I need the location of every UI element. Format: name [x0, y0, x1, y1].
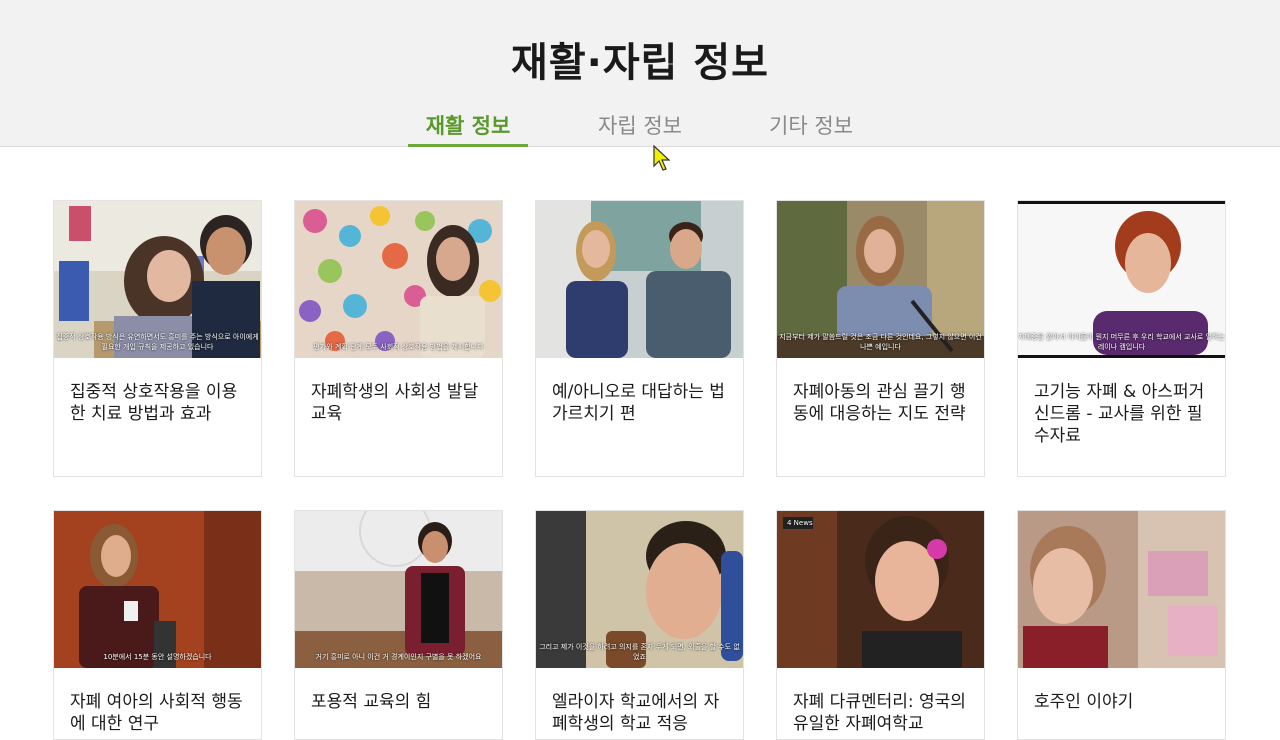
mouse-cursor-icon: [653, 144, 671, 171]
tab-bar: 재활 정보 자립 정보 기타 정보: [0, 100, 1280, 147]
classroom-therapy-thumbnail[interactable]: 집중적 상호작용 방식은 유연하면서도 흥미를 주는 방식으로 아이에게 필요한…: [54, 201, 261, 358]
student-smiling-thumbnail[interactable]: 그리고 제가 이것을 하려고 의지를 혼자 두게 되면, 외출을 할 수도 없었…: [536, 511, 743, 668]
child-toys-thumbnail[interactable]: [1018, 511, 1225, 668]
video-caption: 자폐증을 앓아서 아이들이 뭔지 머무른 후 우리 학교에서 교사로 일하는 레…: [1018, 333, 1225, 351]
woman-presenting-thumbnail[interactable]: 10분에서 15분 동안 설명하겠습니다: [54, 511, 261, 668]
video-title[interactable]: 자폐학생의 사회성 발달 교육: [311, 381, 491, 425]
news-badge: 4 News: [787, 519, 813, 527]
video-card[interactable]: 거기 흥미로 아니 이건 거 경계이인지 구별을 못 하겠어요 포용적 교육의 …: [294, 510, 503, 740]
video-card[interactable]: 10분에서 15분 동안 설명하겠습니다 자폐 여아의 사회적 행동에 대한 연…: [53, 510, 262, 740]
video-title[interactable]: 호주인 이야기: [1034, 691, 1214, 713]
video-title[interactable]: 자폐 여아의 사회적 행동에 대한 연구: [70, 691, 250, 735]
video-card[interactable]: 집중적 상호작용 방식은 유연하면서도 흥미를 주는 방식으로 아이에게 필요한…: [53, 200, 262, 477]
video-card[interactable]: 평가와 계획 단계 모두 사회적 상호작용 방법을 제시합니다 자폐학생의 사회…: [294, 200, 503, 477]
video-caption: 평가와 계획 단계 모두 사회적 상호작용 방법을 제시합니다: [313, 343, 484, 351]
woman-speaking-thumbnail[interactable]: 지금부터 제가 말씀드릴 것은 조금 다른 것인데요, 그렇지 않으면 이건 나…: [777, 201, 984, 358]
video-title[interactable]: 예/아니오로 대답하는 법 가르치기 편: [552, 381, 732, 425]
page-title: 재활·자립 정보: [511, 40, 769, 86]
lecturer-stage-thumbnail[interactable]: 거기 흥미로 아니 이건 거 경계이인지 구별을 못 하겠어요: [295, 511, 502, 668]
video-card[interactable]: 4 News 자폐 다큐멘터리: 영국의 유일한 자폐여학교: [776, 510, 985, 740]
video-caption: 10분에서 15분 동안 설명하겠습니다: [103, 653, 212, 661]
video-card[interactable]: 지금부터 제가 말씀드릴 것은 조금 다른 것인데요, 그렇지 않으면 이건 나…: [776, 200, 985, 477]
video-title[interactable]: 자폐 다큐멘터리: 영국의 유일한 자폐여학교: [793, 691, 973, 735]
video-title[interactable]: 고기능 자폐 & 아스퍼거 신드롬 - 교사를 위한 필수자료: [1034, 381, 1214, 447]
video-caption: 거기 흥미로 아니 이건 거 경계이인지 구별을 못 하겠어요: [315, 653, 482, 661]
page-header: 재활·자립 정보 재활 정보 자립 정보 기타 정보: [0, 0, 1280, 147]
video-title[interactable]: 포용적 교육의 힘: [311, 691, 491, 713]
two-presenters-thumbnail[interactable]: [536, 201, 743, 358]
video-card[interactable]: 그리고 제가 이것을 하려고 의지를 혼자 두게 되면, 외출을 할 수도 없었…: [535, 510, 744, 740]
video-card[interactable]: 자폐증을 앓아서 아이들이 뭔지 머무른 후 우리 학교에서 교사로 일하는 레…: [1017, 200, 1226, 477]
girl-documentary-thumbnail[interactable]: 4 News: [777, 511, 984, 668]
video-title[interactable]: 집중적 상호작용을 이용한 치료 방법과 효과: [70, 381, 250, 425]
video-card[interactable]: 예/아니오로 대답하는 법 가르치기 편: [535, 200, 744, 477]
video-title[interactable]: 자폐아동의 관심 끌기 행동에 대응하는 지도 전략: [793, 381, 973, 425]
video-caption: 지금부터 제가 말씀드릴 것은 조금 다른 것인데요, 그렇지 않으면 이건 나…: [779, 333, 982, 351]
tab-independence-info[interactable]: 자립 정보: [580, 110, 700, 147]
video-caption: 그리고 제가 이것을 하려고 의지를 혼자 두게 되면, 외출을 할 수도 없었…: [539, 643, 740, 661]
tab-other-info[interactable]: 기타 정보: [751, 110, 871, 147]
tab-rehab-info[interactable]: 재활 정보: [408, 110, 528, 147]
woman-interview-thumbnail[interactable]: 자폐증을 앓아서 아이들이 뭔지 머무른 후 우리 학교에서 교사로 일하는 레…: [1018, 201, 1225, 358]
video-card[interactable]: 호주인 이야기: [1017, 510, 1226, 740]
video-caption: 집중적 상호작용 방식은 유연하면서도 흥미를 주는 방식으로 아이에게 필요한…: [56, 333, 259, 351]
video-title[interactable]: 엘라이자 학교에서의 자폐학생의 학교 적응: [552, 691, 732, 735]
handprint-wall-thumbnail[interactable]: 평가와 계획 단계 모두 사회적 상호작용 방법을 제시합니다: [295, 201, 502, 358]
